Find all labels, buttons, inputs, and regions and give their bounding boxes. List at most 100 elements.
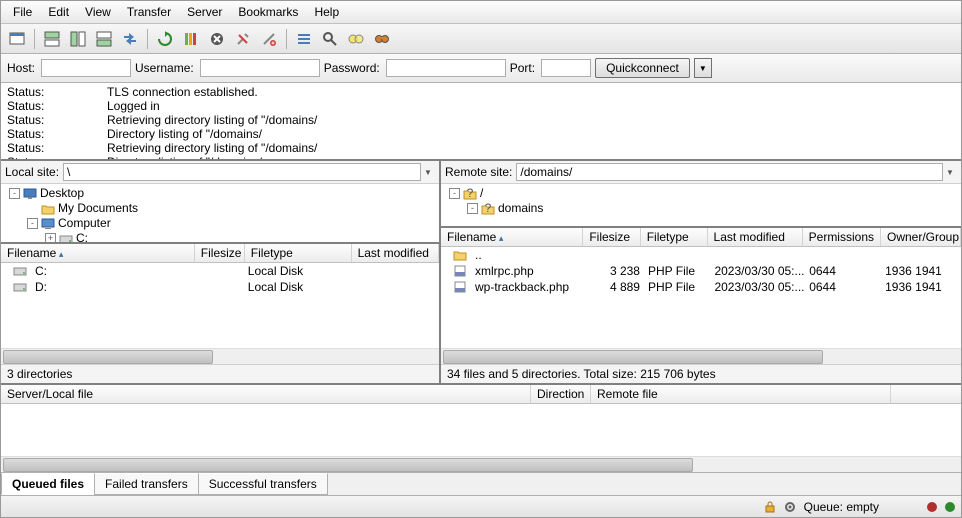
remote-site-input[interactable] xyxy=(516,163,943,181)
sync-browsing-button[interactable] xyxy=(118,27,142,51)
col-lastmodified[interactable]: Last modified xyxy=(708,228,803,246)
drive-icon xyxy=(9,265,31,277)
compare-button[interactable] xyxy=(344,27,368,51)
menu-edit[interactable]: Edit xyxy=(40,3,77,21)
file-row[interactable]: xmlrpc.php3 238PHP File2023/03/30 05:...… xyxy=(441,263,961,279)
tree-node[interactable]: -Desktop xyxy=(5,186,435,201)
drive-icon xyxy=(59,233,73,245)
menu-server[interactable]: Server xyxy=(179,3,230,21)
toggle-tree-button[interactable] xyxy=(66,27,90,51)
tree-node[interactable]: -?domains xyxy=(445,201,957,216)
local-pane: Local site: ▼ -DesktopMy Documents-Compu… xyxy=(1,161,441,383)
queue-list[interactable] xyxy=(1,404,961,456)
tab-queued-files[interactable]: Queued files xyxy=(1,473,95,495)
tree-expander[interactable]: - xyxy=(27,218,38,229)
col-filename[interactable]: Filename xyxy=(1,244,195,262)
menu-transfer[interactable]: Transfer xyxy=(119,3,179,21)
tree-node[interactable]: +C: xyxy=(5,231,435,244)
queue-status-label: Queue: empty xyxy=(804,500,879,514)
col-permissions[interactable]: Permissions xyxy=(803,228,881,246)
col-filetype[interactable]: Filetype xyxy=(641,228,708,246)
svg-text:?: ? xyxy=(467,188,474,200)
col-lastmodified[interactable]: Last modified xyxy=(352,244,439,262)
queue-header[interactable]: Server/Local fileDirectionRemote file xyxy=(1,385,961,404)
password-input[interactable] xyxy=(386,59,506,77)
file-row[interactable]: D:Local Disk xyxy=(1,279,439,295)
message-log[interactable]: Status:TLS connection established.Status… xyxy=(1,83,961,161)
host-input[interactable] xyxy=(41,59,131,77)
queue-hscroll[interactable] xyxy=(1,456,961,472)
tab-successful-transfers[interactable]: Successful transfers xyxy=(198,473,328,495)
tree-node[interactable]: -?/ xyxy=(445,186,957,201)
computer-icon xyxy=(41,218,55,230)
col-filesize[interactable]: Filesize xyxy=(195,244,245,262)
search-button[interactable] xyxy=(318,27,342,51)
find-button[interactable] xyxy=(370,27,394,51)
file-row[interactable]: wp-trackback.php4 889PHP File2023/03/30 … xyxy=(441,279,961,295)
quickconnect-dropdown[interactable]: ▼ xyxy=(694,58,712,78)
queue-col[interactable]: Direction xyxy=(531,385,591,403)
host-label: Host: xyxy=(7,61,35,75)
remote-hscroll[interactable] xyxy=(441,348,961,364)
remote-pane: Remote site: ▼ -?/-?domains FilenameFile… xyxy=(441,161,961,383)
reconnect-button[interactable] xyxy=(257,27,281,51)
qfolder-icon: ? xyxy=(481,203,495,215)
quickconnect-button[interactable]: Quickconnect xyxy=(595,58,690,78)
transfer-queue: Server/Local fileDirectionRemote file Qu… xyxy=(1,385,961,495)
menu-bookmarks[interactable]: Bookmarks xyxy=(230,3,306,21)
file-row[interactable]: .. xyxy=(441,247,961,263)
password-label: Password: xyxy=(324,61,380,75)
local-tree[interactable]: -DesktopMy Documents-Computer+C: xyxy=(1,184,439,244)
up-icon xyxy=(449,249,471,261)
local-list-header[interactable]: FilenameFilesizeFiletypeLast modified xyxy=(1,244,439,263)
local-site-input[interactable] xyxy=(63,163,421,181)
site-manager-button[interactable] xyxy=(5,27,29,51)
qfolder-icon: ? xyxy=(463,188,477,200)
port-input[interactable] xyxy=(541,59,591,77)
col-filename[interactable]: Filename xyxy=(441,228,583,246)
remote-list-header[interactable]: FilenameFilesizeFiletypeLast modifiedPer… xyxy=(441,228,961,247)
local-hscroll[interactable] xyxy=(1,348,439,364)
col-filetype[interactable]: Filetype xyxy=(245,244,352,262)
disconnect-button[interactable] xyxy=(231,27,255,51)
tab-failed-transfers[interactable]: Failed transfers xyxy=(94,473,199,495)
tree-node[interactable]: -Computer xyxy=(5,216,435,231)
toolbar xyxy=(1,24,961,54)
process-queue-button[interactable] xyxy=(179,27,203,51)
menu-help[interactable]: Help xyxy=(306,3,347,21)
tree-expander[interactable]: - xyxy=(449,188,460,199)
queue-col[interactable]: Server/Local file xyxy=(1,385,531,403)
refresh-button[interactable] xyxy=(153,27,177,51)
port-label: Port: xyxy=(510,61,535,75)
col-filesize[interactable]: Filesize xyxy=(583,228,640,246)
tree-expander[interactable]: - xyxy=(9,188,20,199)
folder-icon xyxy=(41,203,55,215)
tree-expander[interactable]: - xyxy=(467,203,478,214)
toggle-log-button[interactable] xyxy=(40,27,64,51)
statusbar: Queue: empty xyxy=(1,495,961,517)
queue-col[interactable]: Remote file xyxy=(591,385,891,403)
file-row[interactable]: C:Local Disk xyxy=(1,263,439,279)
remote-site-label: Remote site: xyxy=(445,165,512,179)
col-ownergroup[interactable]: Owner/Group xyxy=(881,228,961,246)
tree-expander[interactable]: + xyxy=(45,233,56,244)
menu-file[interactable]: File xyxy=(5,3,40,21)
local-site-label: Local site: xyxy=(5,165,59,179)
toggle-queue-button[interactable] xyxy=(92,27,116,51)
tree-node[interactable]: My Documents xyxy=(5,201,435,216)
username-label: Username: xyxy=(135,61,194,75)
remote-file-list[interactable]: ..xmlrpc.php3 238PHP File2023/03/30 05:.… xyxy=(441,247,961,348)
remote-summary: 34 files and 5 directories. Total size: … xyxy=(441,364,961,383)
username-input[interactable] xyxy=(200,59,320,77)
filter-button[interactable] xyxy=(292,27,316,51)
gear-icon[interactable] xyxy=(784,501,796,513)
local-site-dropdown-icon[interactable]: ▼ xyxy=(421,168,435,177)
remote-site-dropdown-icon[interactable]: ▼ xyxy=(943,168,957,177)
menu-view[interactable]: View xyxy=(77,3,119,21)
local-file-list[interactable]: C:Local DiskD:Local Disk xyxy=(1,263,439,348)
drive-icon xyxy=(9,281,31,293)
cancel-button[interactable] xyxy=(205,27,229,51)
remote-tree[interactable]: -?/-?domains xyxy=(441,184,961,228)
lock-icon xyxy=(764,501,776,513)
queue-tabs: Queued filesFailed transfersSuccessful t… xyxy=(1,472,961,495)
